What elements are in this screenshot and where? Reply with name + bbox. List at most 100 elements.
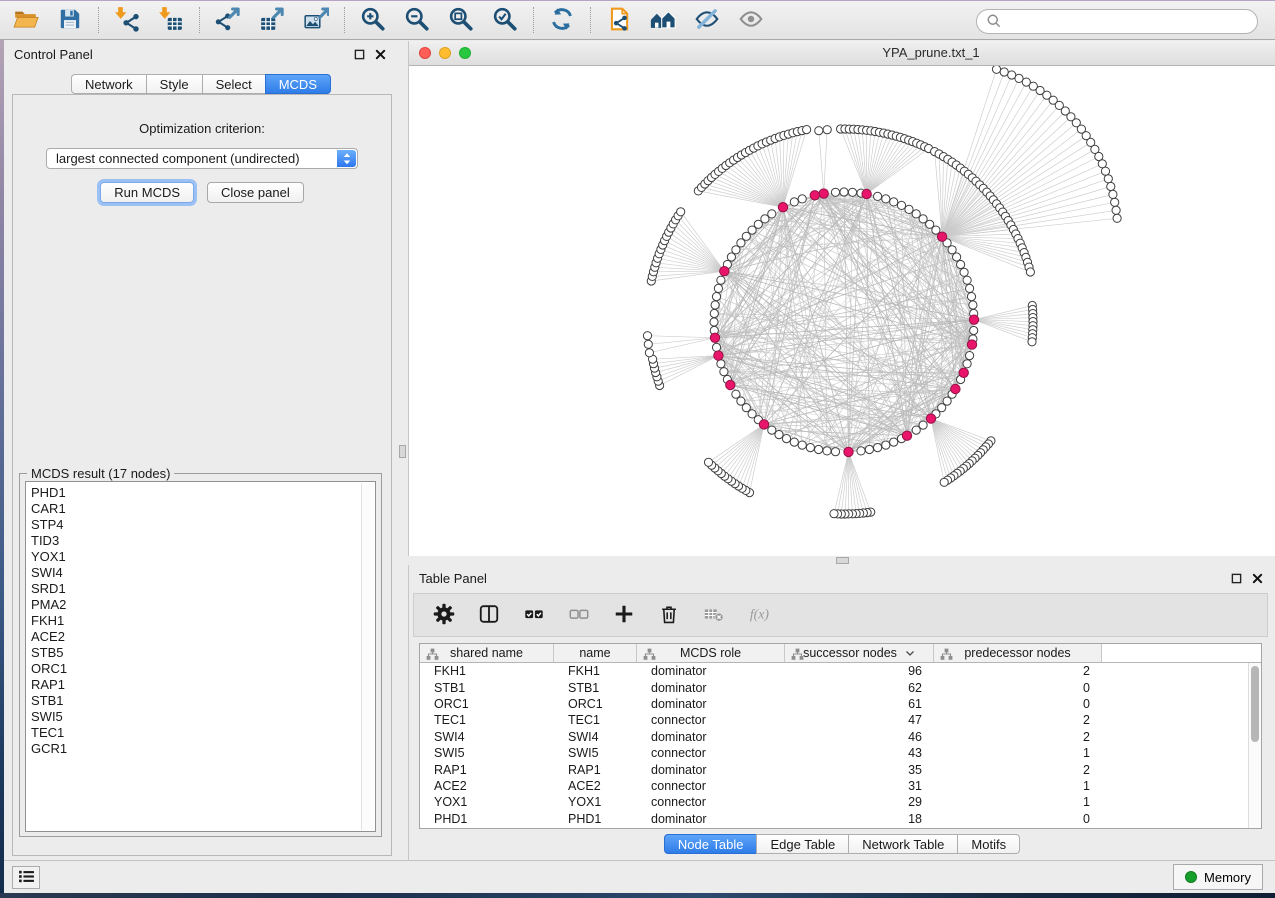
network-node[interactable]	[969, 301, 977, 309]
control-panel-close-button[interactable]	[374, 48, 386, 60]
search-box[interactable]	[976, 9, 1258, 34]
cell-shared-name[interactable]: RAP1	[420, 763, 554, 777]
network-leaf-node[interactable]	[644, 340, 652, 348]
network-node[interactable]	[712, 343, 720, 351]
mcds-result-item[interactable]: TID3	[31, 533, 375, 549]
run-mcds-button[interactable]: Run MCDS	[100, 182, 194, 203]
mcds-hub-node[interactable]	[902, 431, 911, 440]
cell-predecessor-nodes[interactable]: 0	[934, 681, 1102, 695]
table-panel-float-button[interactable]	[1230, 572, 1242, 584]
cell-shared-name[interactable]: ORC1	[420, 697, 554, 711]
network-node[interactable]	[732, 390, 740, 398]
cell-successor-nodes[interactable]: 62	[785, 681, 934, 695]
cell-mcds-role[interactable]: connector	[637, 746, 785, 760]
cell-shared-name[interactable]: ACE2	[420, 779, 554, 793]
save-session-button[interactable]	[53, 4, 87, 36]
cell-mcds-role[interactable]: dominator	[637, 697, 785, 711]
network-node[interactable]	[717, 360, 725, 368]
tab-select[interactable]: Select	[202, 74, 266, 94]
mcds-hub-node[interactable]	[778, 203, 787, 212]
cell-predecessor-nodes[interactable]: 2	[934, 713, 1102, 727]
cell-shared-name[interactable]: SWI5	[420, 746, 554, 760]
mcds-result-item[interactable]: PHD1	[31, 485, 375, 501]
network-node[interactable]	[857, 447, 865, 455]
network-leaf-node[interactable]	[1104, 175, 1112, 183]
network-node[interactable]	[798, 195, 806, 203]
cell-name[interactable]: SWI4	[554, 730, 637, 744]
network-node[interactable]	[890, 198, 898, 206]
tab-network[interactable]: Network	[71, 74, 147, 94]
network-node[interactable]	[897, 201, 905, 209]
mcds-result-item[interactable]: STB1	[31, 693, 375, 709]
network-leaf-node[interactable]	[677, 208, 685, 216]
mcds-result-item[interactable]: CAR1	[31, 501, 375, 517]
network-node[interactable]	[840, 188, 848, 196]
cell-successor-nodes[interactable]: 35	[785, 763, 934, 777]
table-tab-node-table[interactable]: Node Table	[664, 834, 758, 854]
mcds-hub-node[interactable]	[959, 368, 968, 377]
cell-predecessor-nodes[interactable]: 0	[934, 697, 1102, 711]
network-node[interactable]	[798, 441, 806, 449]
cell-predecessor-nodes[interactable]: 1	[934, 795, 1102, 809]
horizontal-splitter[interactable]	[408, 556, 1275, 565]
cell-name[interactable]: FKH1	[554, 664, 637, 678]
mcds-hub-node[interactable]	[714, 351, 723, 360]
network-node[interactable]	[717, 276, 725, 284]
close-panel-button[interactable]: Close panel	[207, 182, 304, 203]
horizontal-splitter-handle[interactable]	[836, 557, 849, 564]
mcds-hub-node[interactable]	[951, 384, 960, 393]
select-all-columns-button[interactable]	[522, 603, 546, 627]
show-all-button[interactable]	[734, 4, 768, 36]
hide-selected-button[interactable]	[690, 4, 724, 36]
network-leaf-node[interactable]	[1107, 182, 1115, 190]
cell-successor-nodes[interactable]: 61	[785, 697, 934, 711]
control-panel-float-button[interactable]	[353, 48, 365, 60]
network-node[interactable]	[890, 438, 898, 446]
network-node[interactable]	[966, 352, 974, 360]
column-header-shared-name[interactable]: shared name	[420, 644, 554, 662]
network-canvas[interactable]	[409, 66, 1275, 556]
mcds-result-list[interactable]: PHD1CAR1STP4TID3YOX1SWI4SRD1PMA2FKH1ACE2…	[25, 481, 376, 832]
network-node[interactable]	[815, 445, 823, 453]
table-row[interactable]: SWI4SWI4dominator462	[420, 729, 1248, 745]
network-node[interactable]	[865, 445, 873, 453]
table-tab-network-table[interactable]: Network Table	[848, 834, 958, 854]
mcds-result-item[interactable]: SRD1	[31, 581, 375, 597]
network-node[interactable]	[963, 360, 971, 368]
network-node[interactable]	[912, 426, 920, 434]
cell-name[interactable]: STB1	[554, 681, 637, 695]
export-network-button[interactable]	[211, 4, 245, 36]
network-node[interactable]	[874, 444, 882, 452]
network-leaf-node[interactable]	[815, 127, 823, 135]
cell-predecessor-nodes[interactable]: 2	[934, 664, 1102, 678]
table-row[interactable]: STB1STB1dominator620	[420, 679, 1248, 695]
mcds-result-item[interactable]: RAP1	[31, 677, 375, 693]
cell-successor-nodes[interactable]: 29	[785, 795, 934, 809]
toggle-column-pane-button[interactable]	[477, 603, 501, 627]
network-node[interactable]	[967, 293, 975, 301]
network-node[interactable]	[874, 192, 882, 200]
export-image-button[interactable]	[299, 4, 333, 36]
network-node[interactable]	[948, 246, 956, 254]
network-node[interactable]	[710, 318, 718, 326]
memory-button[interactable]: Memory	[1173, 864, 1263, 890]
cell-predecessor-nodes[interactable]: 2	[934, 763, 1102, 777]
network-from-file-button[interactable]	[602, 4, 636, 36]
mcds-hub-node[interactable]	[810, 191, 819, 200]
cell-mcds-role[interactable]: connector	[637, 795, 785, 809]
cell-mcds-role[interactable]: dominator	[637, 812, 785, 826]
network-node[interactable]	[790, 438, 798, 446]
cell-predecessor-nodes[interactable]: 1	[934, 746, 1102, 760]
mcds-hub-node[interactable]	[937, 232, 946, 241]
table-tab-motifs[interactable]: Motifs	[957, 834, 1020, 854]
mcds-hub-node[interactable]	[759, 420, 768, 429]
export-table-button[interactable]	[255, 4, 289, 36]
network-node[interactable]	[963, 276, 971, 284]
network-node[interactable]	[768, 210, 776, 218]
table-row[interactable]: PHD1PHD1dominator180	[420, 811, 1248, 827]
network-leaf-node[interactable]	[1026, 268, 1034, 276]
network-leaf-node[interactable]	[643, 332, 651, 340]
column-header-successor-nodes[interactable]: successor nodes	[785, 644, 934, 662]
table-row[interactable]: SWI5SWI5connector431	[420, 745, 1248, 761]
vertical-splitter-handle[interactable]	[399, 445, 406, 458]
